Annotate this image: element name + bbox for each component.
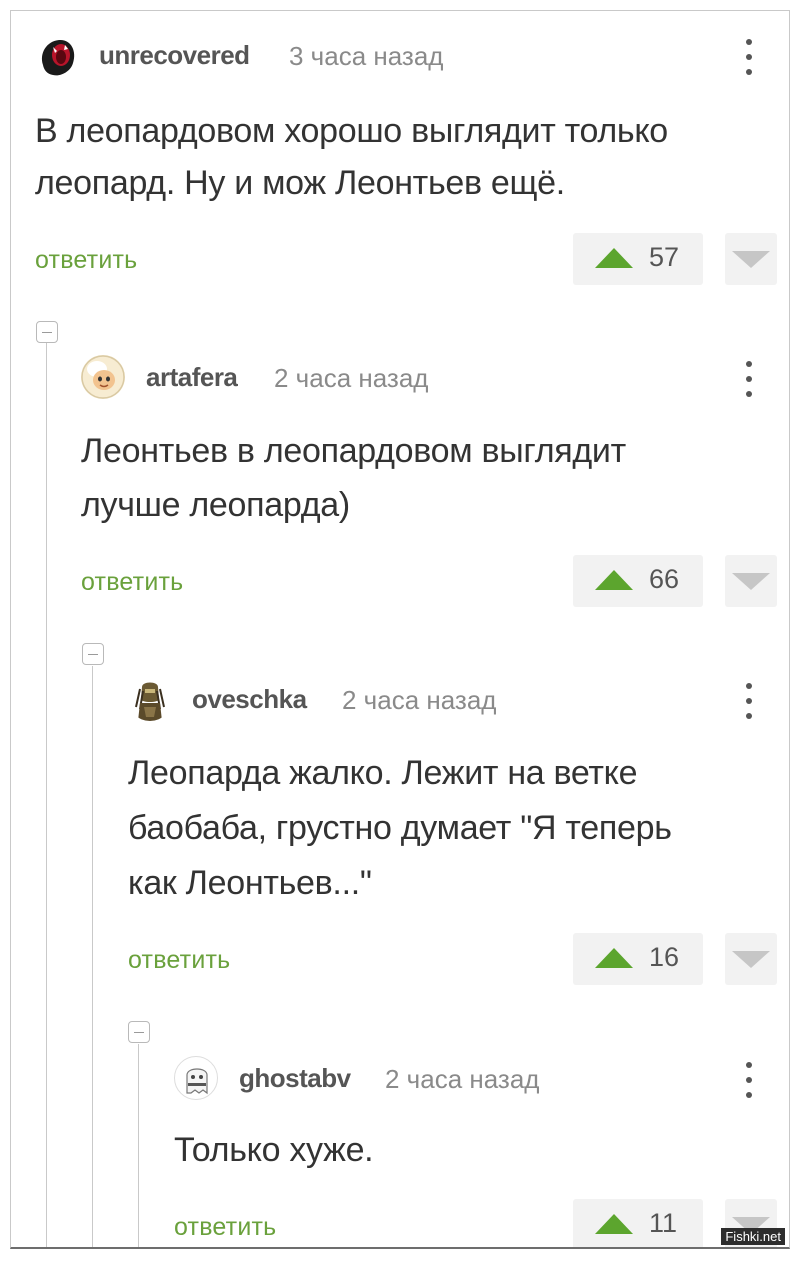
minus-icon: [42, 332, 52, 333]
collapse-button[interactable]: [36, 321, 58, 343]
comment-time: 2 часа назад: [274, 363, 429, 393]
cartoon-face-icon: [81, 355, 125, 399]
reply-link[interactable]: ответить: [128, 946, 230, 975]
avatar[interactable]: [174, 1056, 218, 1100]
vote-count: 66: [649, 564, 680, 594]
downvote-arrow-icon: [732, 251, 770, 268]
comment-author[interactable]: artafera: [146, 362, 238, 393]
comment-text-line: баобаба, грустно думает "Я теперь: [128, 809, 672, 847]
vote-count: 16: [649, 942, 680, 972]
minus-icon: [88, 654, 98, 655]
more-options-icon[interactable]: [743, 361, 755, 401]
comment-text-line: лучше леопарда): [81, 486, 350, 524]
downvote-button[interactable]: [725, 933, 777, 985]
comment-text-line: Только хуже.: [174, 1131, 374, 1169]
comment-text-line: леопард. Ну и мож Леонтьев ещё.: [35, 164, 565, 202]
comment-text-line: как Леонтьев...": [128, 864, 372, 902]
comment-text-line: Леонтьев в леопардовом выглядит: [81, 432, 626, 470]
upvote-button[interactable]: 57: [573, 233, 703, 285]
upvote-button[interactable]: 16: [573, 933, 703, 985]
predator-icon: [128, 677, 172, 721]
comment-author[interactable]: unrecovered: [99, 40, 250, 71]
upvote-arrow-icon: [595, 1214, 633, 1234]
more-options-icon[interactable]: [743, 1062, 755, 1102]
downvote-button[interactable]: [725, 233, 777, 285]
thread-line-level-2: [92, 666, 93, 1247]
vote-count: 11: [649, 1208, 678, 1238]
reply-link[interactable]: ответить: [81, 568, 183, 597]
comment-author[interactable]: oveschka: [192, 684, 307, 715]
ghost-icon: [186, 1068, 208, 1095]
screaming-face-icon: [41, 39, 75, 76]
avatar[interactable]: [35, 35, 79, 79]
avatar[interactable]: [128, 677, 172, 721]
thread-line-level-1: [46, 343, 47, 1247]
comment-text-line: В леопардовом хорошо выглядит только: [35, 112, 668, 150]
vote-count: 57: [649, 242, 680, 272]
upvote-arrow-icon: [595, 248, 633, 268]
upvote-arrow-icon: [595, 570, 633, 590]
collapse-button[interactable]: [128, 1021, 150, 1043]
comment-time: 2 часа назад: [385, 1064, 540, 1094]
reply-link[interactable]: ответить: [35, 246, 137, 275]
minus-icon: [134, 1032, 144, 1033]
comment-time: 3 часа назад: [289, 41, 444, 71]
upvote-arrow-icon: [595, 948, 633, 968]
watermark: Fishki.net: [721, 1228, 785, 1245]
more-options-icon[interactable]: [743, 39, 755, 79]
reply-link[interactable]: ответить: [174, 1213, 276, 1242]
comment-thread: unrecovered 3 часа назад В леопардовом х…: [10, 10, 790, 1249]
comment-author[interactable]: ghostabv: [239, 1063, 351, 1094]
more-options-icon[interactable]: [743, 683, 755, 723]
upvote-button[interactable]: 66: [573, 555, 703, 607]
downvote-button[interactable]: [725, 555, 777, 607]
collapse-button[interactable]: [82, 643, 104, 665]
upvote-button[interactable]: 11: [573, 1199, 703, 1247]
downvote-arrow-icon: [732, 573, 770, 590]
downvote-arrow-icon: [732, 951, 770, 968]
comment-text-line: Леопарда жалко. Лежит на ветке: [128, 754, 638, 792]
thread-line-level-3: [138, 1044, 139, 1247]
avatar[interactable]: [81, 355, 125, 399]
comment-time: 2 часа назад: [342, 685, 497, 715]
